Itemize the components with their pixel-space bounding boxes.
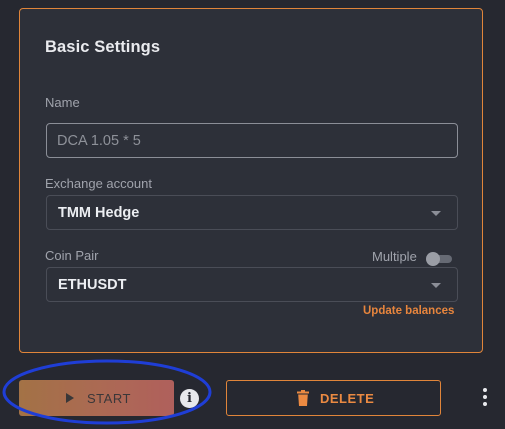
exchange-account-select[interactable]: TMM Hedge bbox=[46, 195, 458, 230]
multiple-label: Multiple bbox=[372, 249, 417, 264]
start-button-label: START bbox=[87, 391, 131, 406]
coin-pair-label: Coin Pair bbox=[45, 248, 99, 263]
name-label: Name bbox=[45, 95, 80, 110]
chevron-down-icon bbox=[431, 283, 441, 288]
trash-icon bbox=[297, 390, 309, 406]
basic-settings-panel: Basic Settings Name Exchange account TMM… bbox=[19, 8, 483, 353]
panel-title: Basic Settings bbox=[45, 38, 161, 56]
name-input[interactable] bbox=[46, 123, 458, 158]
chevron-down-icon bbox=[431, 211, 441, 216]
bot-settings-page: Basic Settings Name Exchange account TMM… bbox=[0, 0, 505, 429]
coin-pair-select[interactable]: ETHUSDT bbox=[46, 267, 458, 302]
start-button[interactable]: START bbox=[19, 380, 174, 416]
exchange-account-label: Exchange account bbox=[45, 176, 152, 191]
info-icon[interactable]: i bbox=[180, 389, 199, 408]
coin-pair-value: ETHUSDT bbox=[58, 277, 127, 293]
update-balances-link[interactable]: Update balances bbox=[363, 305, 454, 317]
delete-button-label: DELETE bbox=[320, 391, 375, 406]
toggle-thumb bbox=[426, 252, 440, 266]
multiple-toggle[interactable] bbox=[426, 252, 454, 266]
exchange-account-value: TMM Hedge bbox=[58, 205, 140, 221]
delete-button[interactable]: DELETE bbox=[226, 380, 441, 416]
play-icon bbox=[66, 393, 74, 403]
more-vertical-icon[interactable] bbox=[478, 388, 492, 408]
